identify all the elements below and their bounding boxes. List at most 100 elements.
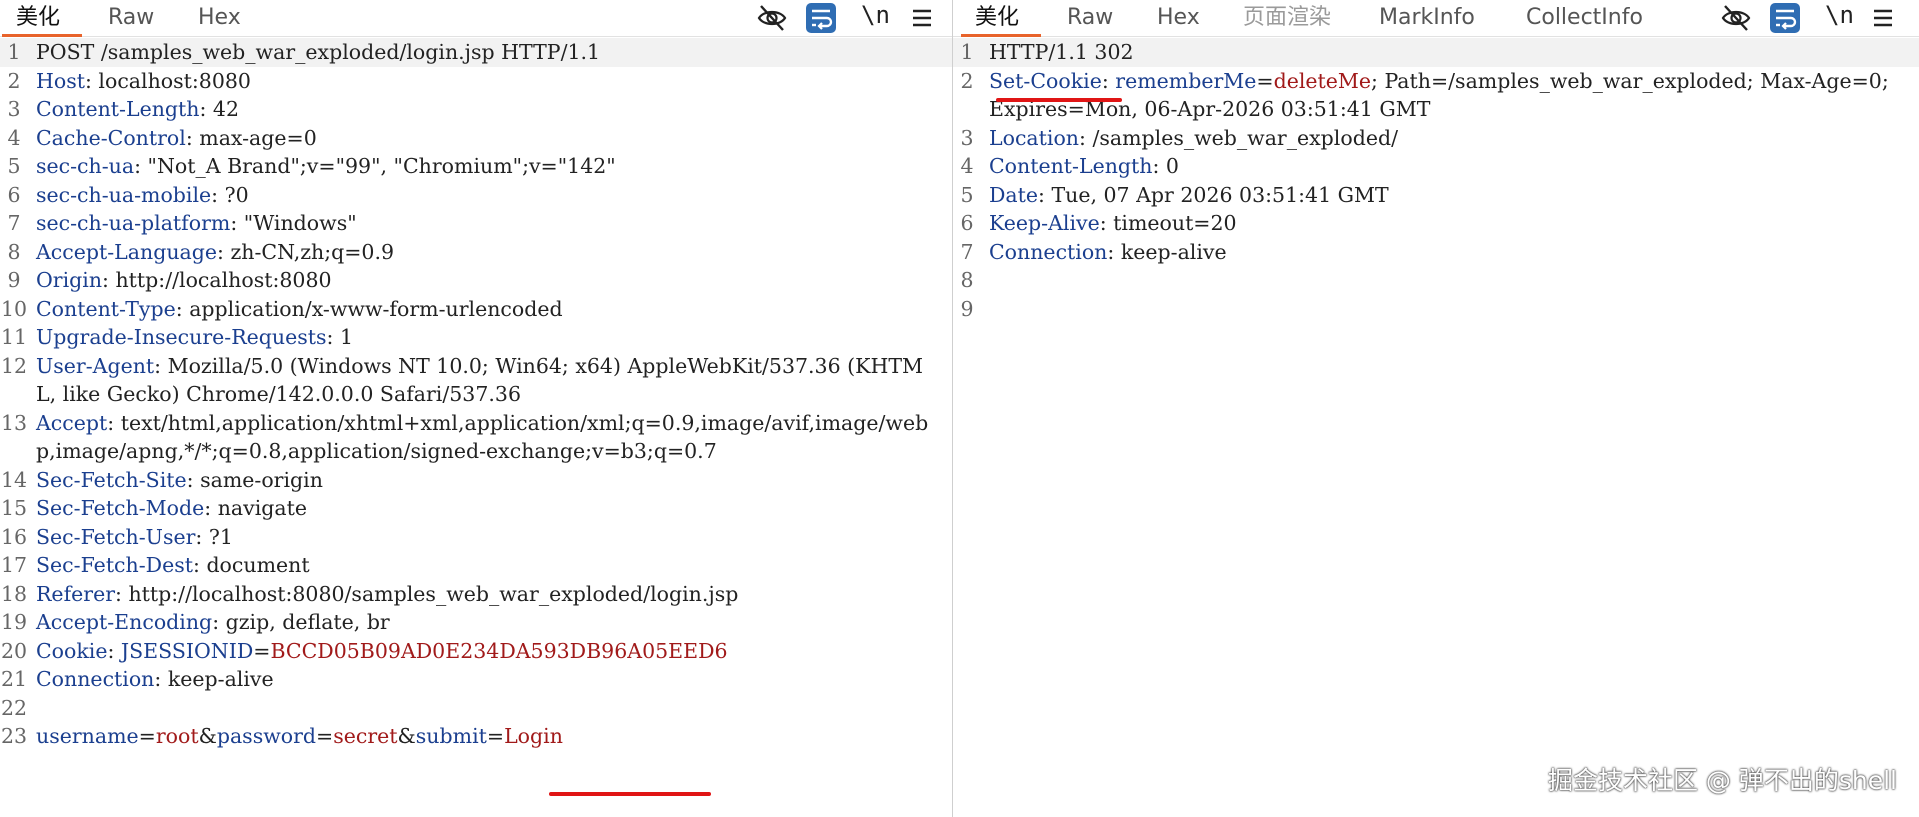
hamburger-menu-icon[interactable]	[1867, 2, 1899, 34]
hamburger-menu-icon[interactable]	[906, 2, 938, 34]
line-number: 22	[0, 695, 28, 720]
header-value: same-origin	[200, 467, 323, 492]
tab-hex[interactable]: Hex	[1157, 0, 1200, 36]
code-line[interactable]: 16 Sec-Fetch-User: ?1	[0, 523, 952, 552]
line-number: 10	[0, 296, 28, 321]
code-line[interactable]: 15 Sec-Fetch-Mode: navigate	[0, 494, 952, 523]
line-content: Connection: keep-alive	[989, 238, 1901, 267]
code-line[interactable]: 23 username=root&password=secret&submit=L…	[0, 722, 952, 751]
wrap-icon[interactable]	[805, 2, 837, 34]
param-separator: &	[397, 724, 416, 748]
wrap-icon[interactable]	[1769, 2, 1801, 34]
param-value: Login	[504, 724, 563, 748]
cookie-value: BCCD05B09AD0E234DA593DB96A05EED6	[270, 638, 728, 663]
newline-toggle[interactable]: \n	[861, 0, 890, 34]
tab-collectinfo[interactable]: CollectInfo	[1526, 0, 1643, 36]
code-line[interactable]: 6 sec-ch-ua-mobile: ?0	[0, 181, 952, 210]
code-line[interactable]: 4 Cache-Control: max-age=0	[0, 124, 952, 153]
tab-markinfo[interactable]: MarkInfo	[1379, 0, 1475, 36]
watermark: 掘金技术社区 @ 弹不出的shell	[1547, 766, 1897, 795]
response-editor[interactable]: 1 HTTP/1.1 302 2 Set-Cookie: rememberMe=del…	[953, 38, 1919, 817]
code-line[interactable]: 5 Date: Tue, 07 Apr 2026 03:51:41 GMT	[953, 181, 1919, 210]
header-name: sec-ch-ua-platform	[36, 211, 231, 235]
code-line[interactable]: 19 Accept-Encoding: gzip, deflate, br	[0, 608, 952, 637]
code-line[interactable]: 2 Host: localhost:8080	[0, 67, 952, 96]
code-line[interactable]: 22	[0, 694, 952, 723]
line-number: 14	[0, 467, 28, 492]
tab-page-render[interactable]: 页面渲染	[1243, 0, 1331, 36]
param-separator: &	[198, 724, 217, 748]
code-line[interactable]: 8	[953, 266, 1919, 295]
header-colon: :	[175, 296, 190, 321]
header-name: sec-ch-ua	[36, 154, 135, 178]
line-number: 5	[7, 154, 21, 178]
header-name: Accept-Encoding	[36, 610, 213, 634]
code-line[interactable]: 9 Origin: http://localhost:8080	[0, 266, 952, 295]
code-line[interactable]: 10 Content-Type: application/x-www-form-u…	[0, 295, 952, 324]
header-name: Accept	[36, 410, 108, 435]
code-line[interactable]: 4 Content-Length: 0	[953, 152, 1919, 181]
line-number: 3	[960, 125, 974, 150]
param-name: password	[216, 724, 317, 748]
code-line[interactable]: 11 Upgrade-Insecure-Requests: 1	[0, 323, 952, 352]
header-value: document	[206, 553, 310, 577]
header-colon: :	[154, 667, 168, 691]
cookie-name: JSESSIONID	[120, 638, 254, 663]
line-number: 3	[7, 97, 21, 121]
eye-slash-icon[interactable]	[756, 2, 788, 34]
code-line[interactable]: 1 POST /samples_web_war_exploded/login.js…	[0, 38, 952, 67]
code-line[interactable]: 13 Accept: text/html,application/xhtml+xm…	[0, 409, 952, 466]
header-colon: :	[204, 496, 218, 520]
code-line[interactable]: 6 Keep-Alive: timeout=20	[953, 209, 1919, 238]
code-line[interactable]: 8 Accept-Language: zh-CN,zh;q=0.9	[0, 238, 952, 267]
header-value: 0	[1165, 154, 1179, 178]
code-line[interactable]: 18 Referer: http://localhost:8080/samples…	[0, 580, 952, 609]
tab-raw[interactable]: Raw	[1067, 0, 1113, 36]
header-colon: :	[84, 68, 99, 93]
newline-toggle[interactable]: \n	[1825, 0, 1854, 34]
tab-beautify[interactable]: 美化	[1, 0, 83, 37]
eye-slash-icon[interactable]	[1720, 2, 1752, 34]
param-value: secret	[333, 724, 398, 748]
param-name: submit	[415, 724, 487, 748]
line-number: 9	[960, 296, 974, 321]
header-value: "Windows"	[243, 211, 357, 235]
tab-beautify[interactable]: 美化	[960, 0, 1042, 37]
header-colon: :	[1152, 154, 1166, 178]
code-line[interactable]: 21 Connection: keep-alive	[0, 665, 952, 694]
code-line[interactable]: 3 Content-Length: 42	[0, 95, 952, 124]
param-value: root	[155, 724, 199, 748]
code-line[interactable]: 17 Sec-Fetch-Dest: document	[0, 551, 952, 580]
code-line[interactable]: 3 Location: /samples_web_war_exploded/	[953, 124, 1919, 153]
code-line[interactable]: 12 User-Agent: Mozilla/5.0 (Windows NT 10…	[0, 352, 952, 409]
response-tabbar: 美化 Raw Hex 页面渲染 MarkInfo CollectInfo \n	[953, 0, 1919, 37]
header-value: keep-alive	[167, 667, 274, 691]
code-line[interactable]: 7 sec-ch-ua-platform: "Windows"	[0, 209, 952, 238]
line-content: Content-Type: application/x-www-form-url…	[36, 295, 944, 324]
code-line[interactable]: 2 Set-Cookie: rememberMe=deleteMe; Path=/…	[953, 67, 1919, 124]
line-number: 18	[0, 581, 28, 606]
code-line[interactable]: 7 Connection: keep-alive	[953, 238, 1919, 267]
line-number: 13	[0, 410, 28, 435]
request-editor[interactable]: 1 POST /samples_web_war_exploded/login.js…	[0, 38, 952, 817]
tab-hex[interactable]: Hex	[198, 0, 241, 36]
header-value: navigate	[217, 496, 307, 520]
request-tabbar: 美化 Raw Hex \n	[0, 0, 952, 37]
header-name: Connection	[989, 239, 1108, 264]
header-value: keep-alive	[1120, 239, 1227, 264]
header-colon: :	[1079, 125, 1093, 150]
header-name: Sec-Fetch-User	[36, 524, 196, 549]
header-colon: :	[199, 97, 213, 121]
code-line[interactable]: 5 sec-ch-ua: "Not_A Brand";v="99", "Chrom…	[0, 152, 952, 181]
line-content: Location: /samples_web_war_exploded/	[989, 124, 1901, 153]
code-line[interactable]: 9	[953, 295, 1919, 324]
header-colon: :	[1107, 239, 1121, 264]
header-colon: :	[154, 353, 168, 378]
line-number: 2	[960, 68, 974, 93]
tab-raw[interactable]: Raw	[108, 0, 154, 36]
code-line[interactable]: 20 Cookie: JSESSIONID=BCCD05B09AD0E234DA5…	[0, 637, 952, 666]
code-line[interactable]: 14 Sec-Fetch-Site: same-origin	[0, 466, 952, 495]
cookie-equals: =	[1256, 68, 1274, 93]
header-colon: :	[115, 581, 129, 606]
code-line[interactable]: 1 HTTP/1.1 302	[953, 38, 1919, 67]
